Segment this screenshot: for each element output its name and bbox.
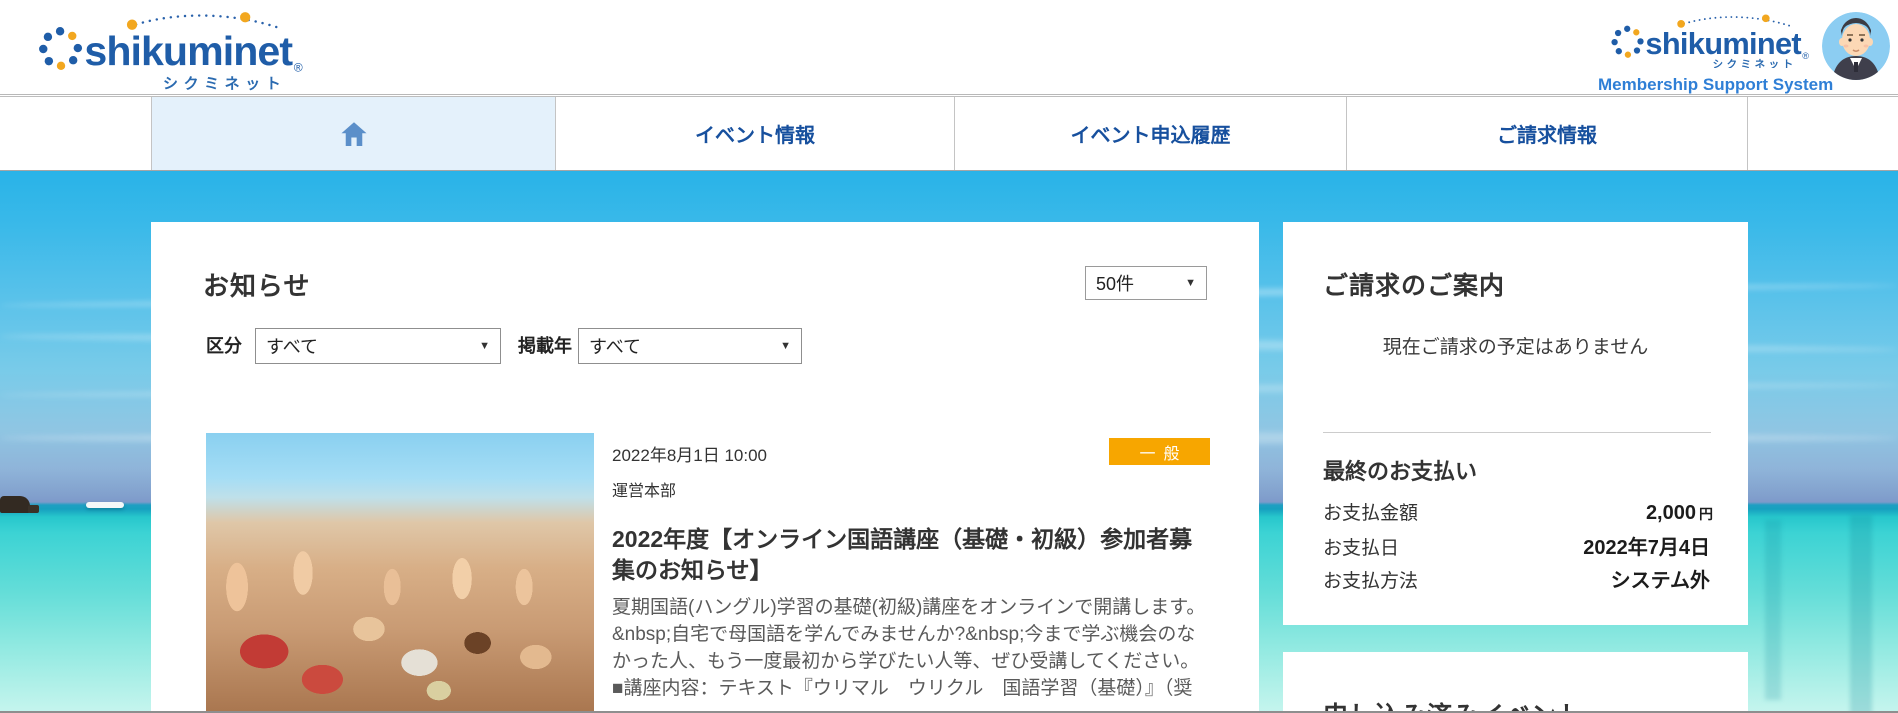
tab-event-history[interactable]: イベント申込履歴	[954, 97, 1346, 170]
notice-list-item[interactable]: 2022年8月1日 10:00 一般 運営本部 2022年度【オンライン国語講座…	[151, 433, 1259, 713]
svg-text:®: ®	[294, 60, 303, 74]
svg-text:shikuminet: shikuminet	[84, 28, 293, 74]
tab-event-info[interactable]: イベント情報	[555, 97, 954, 170]
category-filter-select[interactable]: すべて ▼	[255, 328, 501, 364]
chevron-down-icon: ▼	[780, 340, 791, 352]
main-nav: イベント情報 イベント申込履歴 ご請求情報	[0, 96, 1898, 171]
notice-excerpt: 夏期国語(ハングル)学習の基礎(初級)講座をオンラインで開講します。&nbsp;…	[612, 594, 1210, 704]
svg-text:shikuminet: shikuminet	[1645, 26, 1801, 61]
category-filter-value: すべて	[266, 333, 318, 359]
header-brand-block: shikuminet ® シクミネット Membership Support S…	[1598, 12, 1830, 95]
tagline: Membership Support System	[1598, 75, 1830, 95]
payment-label: お支払方法	[1323, 566, 1418, 593]
shikuminet-logo-small[interactable]: shikuminet ® シクミネット	[1609, 12, 1819, 68]
year-filter-label: 掲載年	[518, 328, 572, 364]
dot-ring-icon	[39, 27, 82, 70]
payment-value: 2,000	[1646, 502, 1696, 524]
per-page-value: 50件	[1096, 270, 1134, 296]
notice-title: 2022年度【オンライン国語講座（基礎・初級）参加者募集のお知らせ】	[612, 524, 1210, 586]
user-avatar[interactable]	[1822, 12, 1890, 80]
notice-author: 運営本部	[612, 477, 1210, 501]
notices-title: お知らせ	[203, 266, 310, 303]
tab-label: イベント情報	[695, 119, 815, 148]
home-icon	[337, 118, 371, 150]
payment-value: システム外	[1611, 570, 1710, 592]
notice-thumbnail	[206, 433, 594, 713]
payment-method-row: お支払方法 システム外	[1323, 564, 1713, 597]
payment-unit: 円	[1699, 506, 1713, 522]
year-filter-select[interactable]: すべて ▼	[578, 328, 802, 364]
rock-island	[0, 496, 30, 513]
billing-title: ご請求のご案内	[1323, 266, 1505, 302]
payment-label: お支払日	[1323, 533, 1399, 560]
chevron-down-icon: ▼	[1185, 277, 1196, 289]
water-reflection	[1765, 520, 1781, 700]
payment-value: 2022年7月4日	[1583, 537, 1710, 559]
tab-label: イベント申込履歴	[1071, 119, 1231, 148]
billing-panel: ご請求のご案内 現在ご請求の予定はありません 最終のお支払い お支払金額 2,0…	[1283, 222, 1748, 625]
header: shikuminet ® シクミネット shikuminet ® シクミネット …	[0, 0, 1898, 95]
billing-empty-message: 現在ご請求の予定はありません	[1283, 332, 1748, 359]
last-payment-rows: お支払金額 2,000円 お支払日 2022年7月4日 お支払方法 システム外	[1323, 498, 1713, 597]
tab-home[interactable]	[151, 97, 555, 170]
year-filter-value: すべて	[589, 333, 641, 359]
shikuminet-logo[interactable]: shikuminet ® シクミネット	[26, 6, 326, 92]
notices-panel: お知らせ 50件 ▼ 区分 すべて ▼ 掲載年 すべて ▼ 2022年8月1日 …	[151, 222, 1259, 713]
category-filter-label: 区分	[206, 328, 242, 364]
per-page-select[interactable]: 50件 ▼	[1085, 266, 1207, 300]
divider	[1323, 432, 1711, 433]
chevron-down-icon: ▼	[479, 340, 490, 352]
svg-text:®: ®	[1802, 51, 1809, 61]
notice-body: 2022年8月1日 10:00 一般 運営本部 2022年度【オンライン国語講座…	[612, 433, 1210, 713]
applied-events-panel: 申し込み済みイベント	[1283, 652, 1748, 713]
logo-kana: シクミネット	[163, 75, 286, 92]
svg-text:シクミネット: シクミネット	[1713, 58, 1797, 68]
payment-label: お支払金額	[1323, 498, 1418, 525]
boat	[86, 502, 124, 508]
payment-date-row: お支払日 2022年7月4日	[1323, 531, 1713, 564]
rock-island	[28, 505, 39, 513]
last-payment-title: 最終のお支払い	[1323, 454, 1477, 486]
payment-amount-row: お支払金額 2,000円	[1323, 498, 1713, 531]
tab-billing-info[interactable]: ご請求情報	[1346, 97, 1748, 170]
notice-category-badge: 一般	[1109, 438, 1210, 465]
water-reflection	[1850, 515, 1872, 713]
tab-label: ご請求情報	[1497, 119, 1597, 148]
